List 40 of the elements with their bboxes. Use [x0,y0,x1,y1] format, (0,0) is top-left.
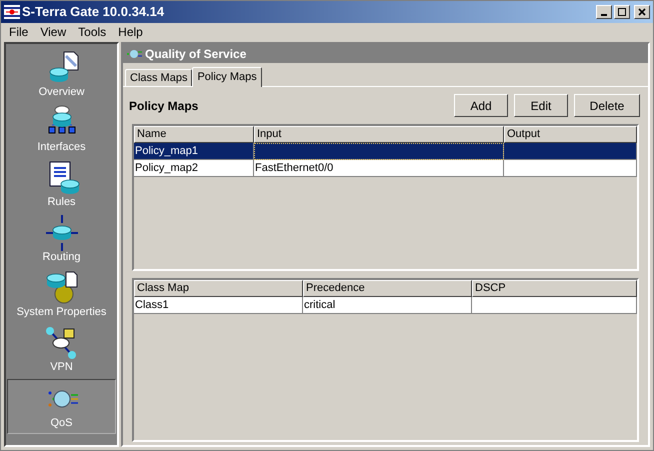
router-icon [44,215,80,251]
sidebar-item[interactable]: VPN [7,322,116,377]
close-icon [638,8,646,16]
column-header[interactable]: DSCP [472,280,637,297]
panel-title: Quality of Service [145,46,246,62]
column-header[interactable]: Name [134,126,254,143]
menu-item[interactable]: View [34,23,72,41]
close-button[interactable] [634,5,650,19]
maximize-icon [618,8,626,16]
tab[interactable]: Class Maps [125,69,192,86]
table-cell: FastEthernet0/0 [254,160,504,177]
sidebar-item[interactable]: System Properties [7,267,116,322]
column-header[interactable]: Class Map [134,280,303,297]
qos-icon [126,48,142,60]
table-row[interactable]: Policy_map1 [134,143,637,160]
section-title: Policy Maps [129,98,200,114]
column-header[interactable]: Output [504,126,637,143]
minimize-button[interactable] [596,5,612,19]
column-header[interactable]: Precedence [303,280,472,297]
table-cell: Policy_map2 [134,160,254,177]
menu-item[interactable]: Tools [72,23,112,41]
menu-item[interactable]: Help [112,23,149,41]
table-cell: critical [303,297,472,314]
column-header[interactable]: Input [254,126,504,143]
window-title: S-Terra Gate 10.0.34.14 [22,3,166,22]
sidebar-item[interactable]: QoS [7,379,116,434]
action-button[interactable]: Add [454,94,508,117]
sidebar-item[interactable]: Overview [7,47,116,102]
sidebar-item[interactable]: Interfaces [7,102,116,157]
table-cell: Class1 [134,297,303,314]
action-button[interactable]: Edit [514,94,568,117]
sidebar-item[interactable]: Routing [7,212,116,267]
tab[interactable]: Policy Maps [192,67,262,87]
app-icon [4,5,20,19]
sidebar-item[interactable]: Rules [7,157,116,212]
action-button[interactable]: Delete [574,94,640,117]
table-row[interactable]: Class1 critical [134,297,637,314]
maximize-button[interactable] [614,5,630,19]
menu-item[interactable]: File [3,23,34,41]
table-row[interactable]: Policy_map2 FastEthernet0/0 [134,160,637,177]
